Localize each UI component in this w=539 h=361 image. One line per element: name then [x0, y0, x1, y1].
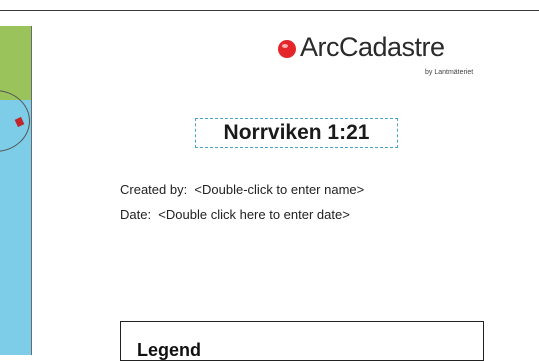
legend-title: Legend: [137, 340, 202, 360]
map-land-area: [0, 26, 31, 100]
arccadastre-logo[interactable]: ArcCadastre by Lantmäteriet: [272, 32, 510, 90]
layout-title-textbox[interactable]: Norrviken 1:21: [195, 118, 398, 148]
logo-brand-text: ArcCadastre: [300, 32, 445, 62]
map-frame[interactable]: [0, 26, 31, 355]
legend-frame[interactable]: Legend: [120, 321, 484, 361]
page-top-border: [0, 10, 539, 11]
logo-dot-icon: [278, 40, 296, 58]
date-text[interactable]: Date: <Double click here to enter date>: [120, 207, 350, 222]
map-frame-border: [31, 26, 32, 355]
logo-byline: by Lantmäteriet: [425, 69, 474, 76]
created-by-text[interactable]: Created by: <Double-click to enter name>: [120, 182, 364, 197]
